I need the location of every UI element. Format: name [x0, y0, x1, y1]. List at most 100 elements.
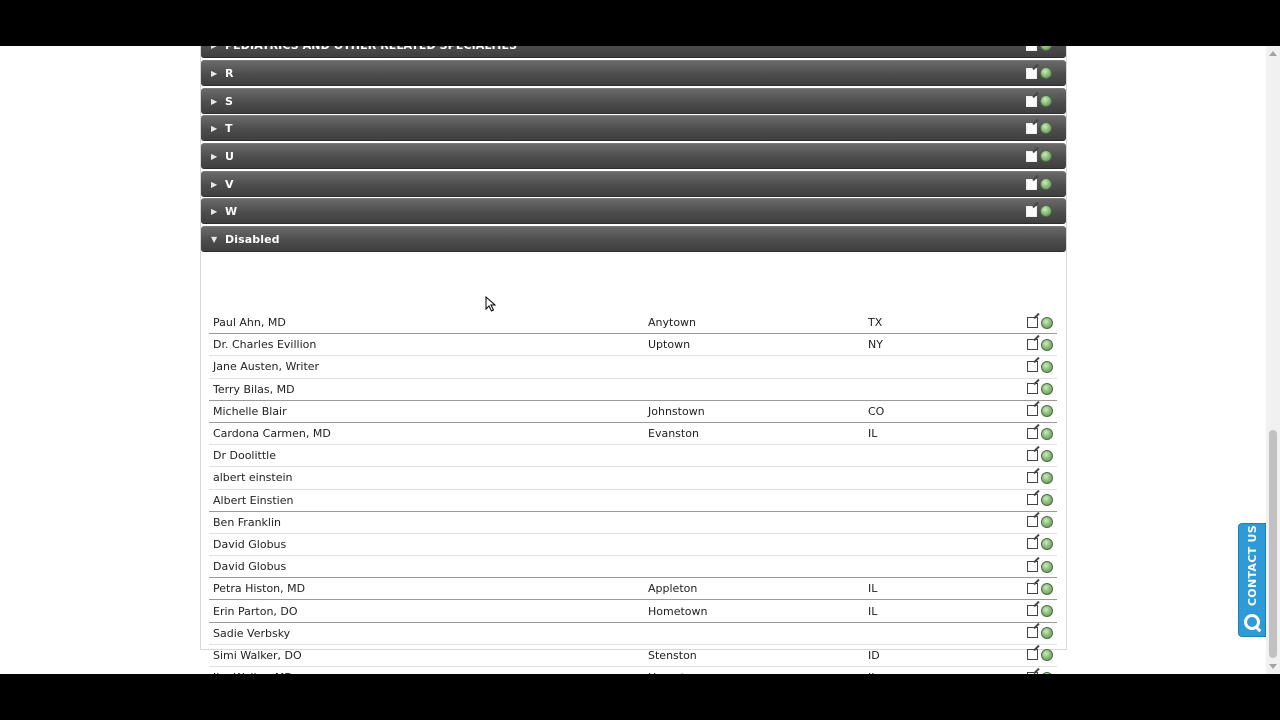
provider-name[interactable]: Ben Franklin	[209, 516, 648, 529]
trash-icon[interactable]	[1041, 360, 1053, 373]
trash-icon[interactable]	[1040, 150, 1052, 162]
trash-icon[interactable]	[1041, 494, 1053, 507]
edit-icon[interactable]	[1027, 427, 1038, 439]
edit-icon[interactable]	[1026, 122, 1037, 134]
edit-icon[interactable]	[1027, 494, 1038, 506]
trash-icon[interactable]	[1041, 582, 1053, 595]
scroll-down-arrow-icon[interactable]	[1269, 664, 1277, 669]
table-row[interactable]: Dr. Charles Evillion Uptown NY	[209, 334, 1057, 357]
trash-icon[interactable]	[1040, 46, 1052, 51]
edit-icon[interactable]	[1027, 316, 1038, 328]
group-header-label[interactable]: S	[225, 95, 1026, 108]
trash-icon[interactable]	[1040, 205, 1052, 217]
table-row[interactable]: Jane Austen, Writer	[209, 356, 1057, 379]
group-header-6[interactable]: ▶ W	[201, 198, 1066, 224]
edit-icon[interactable]	[1027, 560, 1038, 572]
table-row[interactable]: David Globus	[209, 556, 1057, 579]
caret-right-icon[interactable]: ▶	[211, 97, 219, 106]
group-header-label[interactable]: T	[225, 122, 1026, 135]
trash-icon[interactable]	[1041, 383, 1053, 396]
edit-icon[interactable]	[1026, 95, 1037, 107]
provider-name[interactable]: Terry Bilas, MD	[209, 383, 648, 396]
table-row[interactable]: Dr Doolittle	[209, 445, 1057, 468]
table-row[interactable]: Petra Histon, MD Appleton IL	[209, 578, 1057, 601]
provider-name[interactable]: David Globus	[209, 560, 648, 573]
provider-name[interactable]: Petra Histon, MD	[209, 582, 648, 595]
edit-icon[interactable]	[1027, 582, 1038, 594]
table-row[interactable]: Sadie Verbsky	[209, 623, 1057, 645]
edit-icon[interactable]	[1027, 383, 1038, 395]
trash-icon[interactable]	[1041, 671, 1053, 674]
table-row[interactable]: Simi Walker, DO Stenston ID	[209, 645, 1057, 667]
trash-icon[interactable]	[1041, 560, 1053, 573]
table-row[interactable]: David Globus	[209, 534, 1057, 557]
provider-name[interactable]: Jane Austen, Writer	[209, 360, 648, 373]
provider-name[interactable]: Dr. Charles Evillion	[209, 338, 648, 351]
group-header-7[interactable]: ▼ Disabled	[201, 226, 1066, 252]
trash-icon[interactable]	[1040, 178, 1052, 190]
provider-name[interactable]: Sadie Verbsky	[209, 627, 648, 640]
table-row[interactable]: Cardona Carmen, MD Evanston IL	[209, 423, 1057, 446]
provider-name[interactable]: Jim Waller, MD	[209, 671, 648, 674]
trash-icon[interactable]	[1041, 471, 1053, 484]
edit-icon[interactable]	[1027, 605, 1038, 617]
edit-icon[interactable]	[1027, 471, 1038, 483]
provider-name[interactable]: Dr Doolittle	[209, 449, 648, 462]
caret-right-icon[interactable]: ▶	[211, 124, 219, 133]
table-row[interactable]: Paul Ahn, MD Anytown TX	[209, 312, 1057, 335]
group-header-0[interactable]: ▶ PEDIATRICS AND OTHER RELATED SPECIALTIE…	[201, 46, 1066, 58]
trash-icon[interactable]	[1041, 627, 1053, 640]
group-header-label[interactable]: U	[225, 150, 1026, 163]
edit-icon[interactable]	[1027, 516, 1038, 528]
caret-right-icon[interactable]: ▶	[211, 152, 219, 161]
trash-icon[interactable]	[1041, 427, 1053, 440]
contact-us-tab[interactable]: CONTACT US	[1238, 523, 1266, 637]
group-header-label[interactable]: W	[225, 205, 1026, 218]
trash-icon[interactable]	[1041, 449, 1053, 462]
group-header-5[interactable]: ▶ V	[201, 171, 1066, 197]
edit-icon[interactable]	[1026, 67, 1037, 79]
trash-icon[interactable]	[1040, 122, 1052, 134]
edit-icon[interactable]	[1027, 671, 1038, 674]
edit-icon[interactable]	[1027, 338, 1038, 350]
table-row[interactable]: Michelle Blair Johnstown CO	[209, 401, 1057, 423]
table-row[interactable]: Jim Waller, MDHometownIL	[209, 667, 1057, 674]
scroll-up-arrow-icon[interactable]	[1269, 51, 1277, 56]
edit-icon[interactable]	[1027, 360, 1038, 372]
caret-right-icon[interactable]: ▶	[211, 207, 219, 216]
trash-icon[interactable]	[1041, 316, 1053, 329]
group-header-label[interactable]: PEDIATRICS AND OTHER RELATED SPECIALTIES	[225, 46, 1026, 52]
vertical-scrollbar[interactable]	[1266, 46, 1280, 674]
provider-name[interactable]: Michelle Blair	[209, 405, 648, 418]
trash-icon[interactable]	[1041, 516, 1053, 529]
edit-icon[interactable]	[1026, 205, 1037, 217]
edit-icon[interactable]	[1026, 178, 1037, 190]
group-header-label[interactable]: R	[225, 67, 1026, 80]
caret-down-icon[interactable]: ▼	[211, 235, 219, 244]
group-header-4[interactable]: ▶ U	[201, 143, 1066, 169]
group-header-1[interactable]: ▶ R	[201, 60, 1066, 86]
scrollbar-thumb[interactable]	[1269, 430, 1277, 658]
group-header-label[interactable]: Disabled	[225, 233, 1052, 246]
table-row[interactable]: Ben Franklin	[209, 512, 1057, 534]
provider-name[interactable]: Paul Ahn, MD	[209, 316, 648, 329]
edit-icon[interactable]	[1027, 405, 1038, 417]
trash-icon[interactable]	[1041, 338, 1053, 351]
provider-name[interactable]: David Globus	[209, 538, 648, 551]
provider-name[interactable]: Simi Walker, DO	[209, 649, 648, 662]
caret-right-icon[interactable]: ▶	[211, 180, 219, 189]
group-header-label[interactable]: V	[225, 178, 1026, 191]
caret-right-icon[interactable]: ▶	[211, 69, 219, 78]
edit-icon[interactable]	[1026, 46, 1037, 51]
table-row[interactable]: Erin Parton, DO Hometown IL	[209, 600, 1057, 623]
provider-name[interactable]: Albert Einstien	[209, 494, 648, 507]
provider-name[interactable]: Cardona Carmen, MD	[209, 427, 648, 440]
group-header-3[interactable]: ▶ T	[201, 115, 1066, 141]
trash-icon[interactable]	[1040, 67, 1052, 79]
trash-icon[interactable]	[1041, 538, 1053, 551]
trash-icon[interactable]	[1041, 649, 1053, 662]
provider-name[interactable]: albert einstein	[209, 471, 648, 484]
table-row[interactable]: Albert Einstien	[209, 490, 1057, 512]
trash-icon[interactable]	[1041, 405, 1053, 418]
edit-icon[interactable]	[1027, 449, 1038, 461]
